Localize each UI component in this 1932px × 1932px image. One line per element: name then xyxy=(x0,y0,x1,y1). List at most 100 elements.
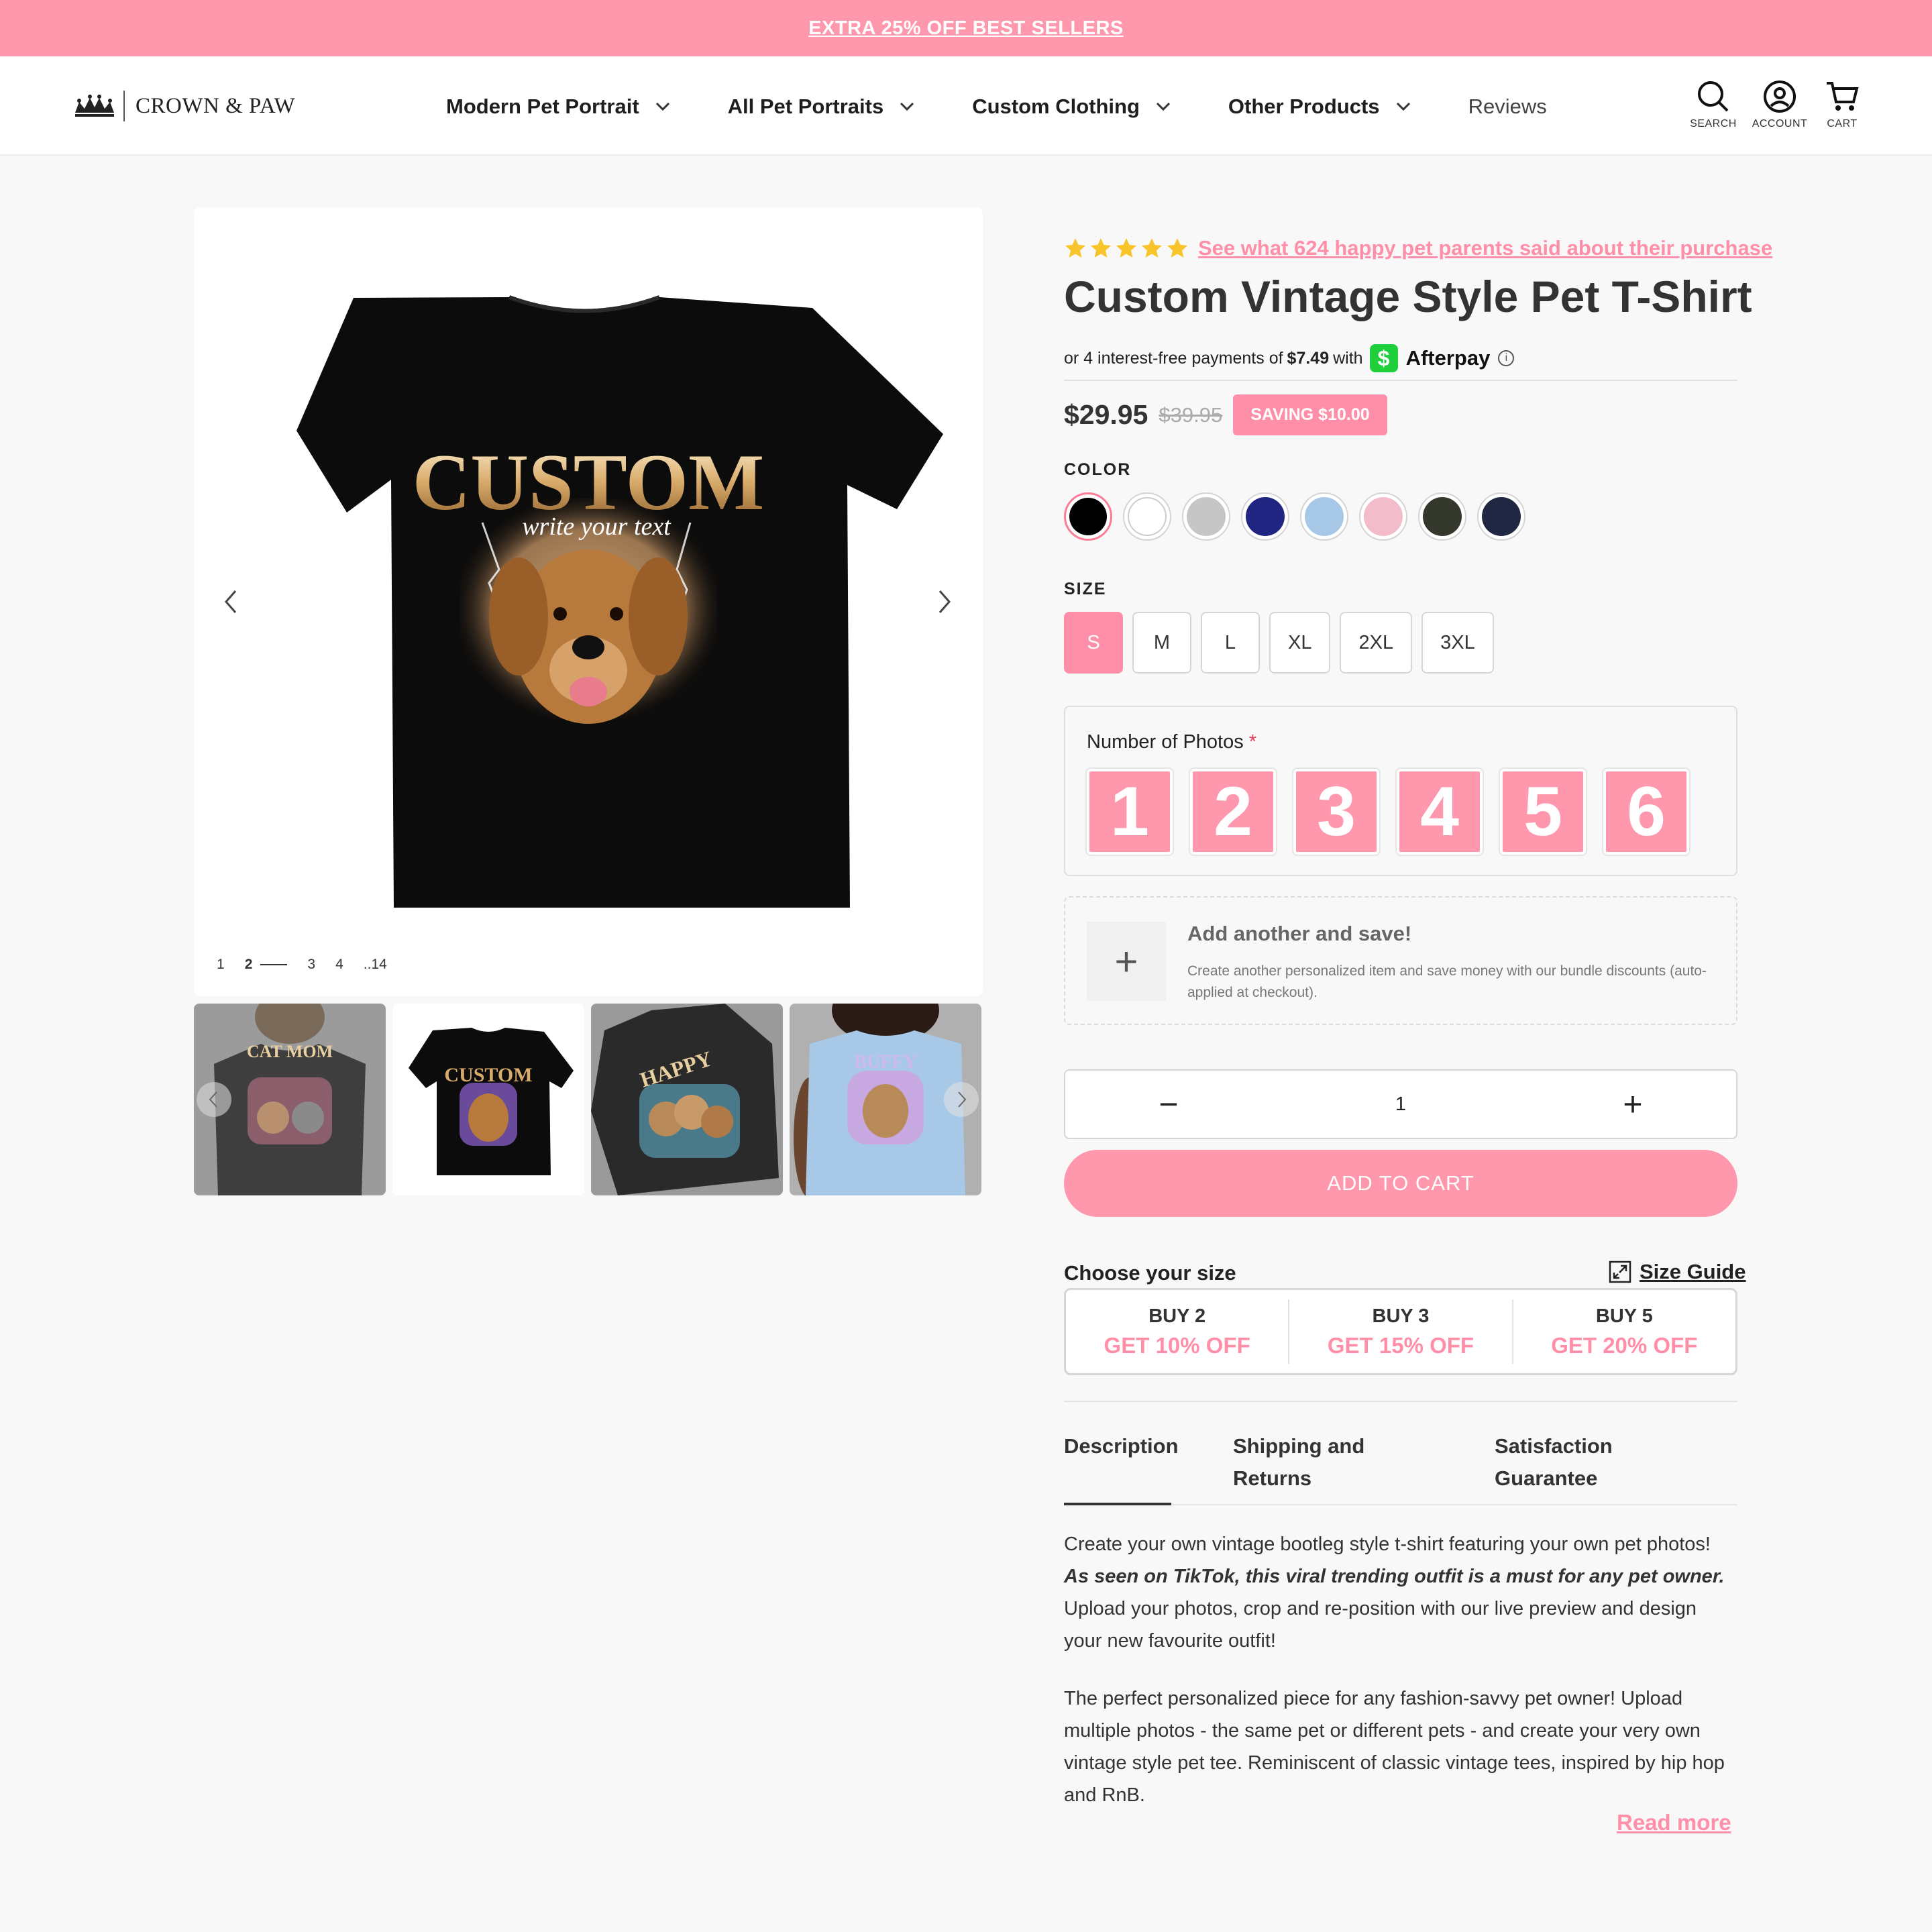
description-paragraph-2: The perfect personalized piece for any f… xyxy=(1064,1688,1725,1806)
pager-item[interactable]: 4 xyxy=(335,957,343,973)
chevron-left-icon[interactable] xyxy=(217,583,244,621)
nav-reviews[interactable]: Reviews xyxy=(1468,95,1547,119)
tshirt-image: CUSTOM write your text xyxy=(297,295,943,908)
required-mark: * xyxy=(1248,731,1257,753)
photo-count-6[interactable]: 6 xyxy=(1602,767,1690,856)
size-option-m[interactable]: M xyxy=(1132,612,1191,674)
swatch-pink[interactable] xyxy=(1359,492,1407,541)
bundle-buy-label: BUY 2 xyxy=(1148,1305,1206,1327)
pager-item[interactable]: ..14 xyxy=(364,957,387,973)
woman-wearing-black-tee-icon: CAT MOM xyxy=(194,1004,386,1195)
black-tee-dog-print-icon: CUSTOM xyxy=(392,1004,584,1195)
size-option-s[interactable]: S xyxy=(1064,612,1123,674)
print-script: write your text xyxy=(522,513,672,541)
swatch-light-blue[interactable] xyxy=(1300,492,1348,541)
price-row: $29.95 $39.95 SAVING $10.00 xyxy=(1064,394,1387,435)
choose-size-heading: Choose your size xyxy=(1064,1261,1236,1285)
account-button[interactable]: ACCOUNT xyxy=(1750,79,1810,130)
add-to-cart-button[interactable]: ADD TO CART xyxy=(1064,1150,1737,1217)
logo-divider xyxy=(123,91,125,121)
bundle-buy-label: BUY 3 xyxy=(1372,1305,1430,1327)
swatch-white[interactable] xyxy=(1123,492,1171,541)
quantity-input[interactable] xyxy=(1374,1093,1428,1116)
cart-button[interactable]: CART xyxy=(1812,79,1872,130)
chevron-down-icon xyxy=(655,102,669,111)
search-icon xyxy=(1698,81,1729,112)
size-option-l[interactable]: L xyxy=(1201,612,1260,674)
bundle-buy-5[interactable]: BUY 5 GET 20% OFF xyxy=(1513,1299,1735,1364)
bundle-discounts: BUY 2 GET 10% OFF BUY 3 GET 15% OFF BUY … xyxy=(1064,1288,1737,1375)
thumbnail-4[interactable]: BUFFY xyxy=(790,1004,981,1195)
sale-price: $29.95 xyxy=(1064,399,1148,430)
image-pager: 1 2 3 4 ..14 xyxy=(217,957,407,973)
swatch-dark-green[interactable] xyxy=(1418,492,1466,541)
expand-icon xyxy=(1609,1260,1631,1283)
nav-custom-clothing[interactable]: Custom Clothing xyxy=(972,95,1171,119)
reviews-link[interactable]: See what 624 happy pet parents said abou… xyxy=(1198,236,1772,260)
pager-item[interactable]: 1 xyxy=(217,957,225,973)
bundle-off-label: GET 20% OFF xyxy=(1551,1332,1698,1358)
announcement-link[interactable]: EXTRA 25% OFF BEST SELLERS xyxy=(808,17,1124,40)
nav-all-pet-portraits[interactable]: All Pet Portraits xyxy=(728,95,915,119)
tab-description[interactable]: Description xyxy=(1064,1430,1179,1462)
photo-count-2[interactable]: 2 xyxy=(1189,767,1277,856)
afterpay-amount: $7.49 xyxy=(1287,348,1330,368)
nav-modern-pet-portrait[interactable]: Modern Pet Portrait xyxy=(446,95,670,119)
bundle-off-label: GET 10% OFF xyxy=(1104,1332,1250,1358)
swatch-black[interactable] xyxy=(1064,492,1112,541)
photo-count-3[interactable]: 3 xyxy=(1292,767,1381,856)
description-content: Create your own vintage bootleg style t-… xyxy=(1064,1528,1737,1811)
thumb-headline: CAT MOM xyxy=(247,1042,333,1061)
size-option-xl[interactable]: XL xyxy=(1269,612,1331,674)
nav-label: Custom Clothing xyxy=(972,95,1140,118)
photo-count-4[interactable]: 4 xyxy=(1395,767,1484,856)
bundle-buy-label: BUY 5 xyxy=(1595,1305,1653,1327)
swatch-grey[interactable] xyxy=(1182,492,1230,541)
star-icon xyxy=(1116,238,1136,258)
bundle-buy-2[interactable]: BUY 2 GET 10% OFF xyxy=(1066,1299,1290,1364)
photo-count-1[interactable]: 1 xyxy=(1085,767,1174,856)
product-main-image[interactable]: CUSTOM write your text xyxy=(194,207,983,996)
pager-item[interactable]: 3 xyxy=(307,957,315,973)
add-another-box: + Add another and save! Create another p… xyxy=(1064,896,1737,1025)
main-nav: Modern Pet Portrait All Pet Portraits Cu… xyxy=(446,90,1605,123)
pager-item-active[interactable]: 2 xyxy=(245,957,288,973)
logo[interactable]: CROWN & PAW xyxy=(72,90,295,122)
star-icon xyxy=(1065,238,1085,258)
swatch-dark-navy[interactable] xyxy=(1477,492,1525,541)
swatch-navy[interactable] xyxy=(1241,492,1289,541)
account-icon xyxy=(1764,80,1796,113)
size-option-3xl[interactable]: 3XL xyxy=(1421,612,1494,674)
photo-count-5[interactable]: 5 xyxy=(1499,767,1587,856)
tab-shipping-returns[interactable]: Shipping and Returns xyxy=(1233,1430,1381,1495)
thumbnail-1[interactable]: CAT MOM xyxy=(194,1004,386,1195)
size-option-2xl[interactable]: 2XL xyxy=(1340,612,1413,674)
bundle-buy-3[interactable]: BUY 3 GET 15% OFF xyxy=(1289,1299,1513,1364)
cart-icon xyxy=(1827,82,1859,111)
tab-satisfaction-guarantee[interactable]: Satisfaction Guarantee xyxy=(1495,1430,1642,1495)
quantity-stepper: − + xyxy=(1064,1069,1737,1139)
star-icon xyxy=(1167,238,1187,258)
read-more-link[interactable]: Read more xyxy=(1617,1810,1731,1835)
photos-label: Number of Photos * xyxy=(1087,731,1257,753)
quantity-minus-button[interactable]: − xyxy=(1155,1085,1182,1124)
thumb-headline: CUSTOM xyxy=(444,1064,532,1086)
chevron-right-icon[interactable] xyxy=(932,583,959,621)
search-button[interactable]: SEARCH xyxy=(1683,79,1743,130)
nav-other-products[interactable]: Other Products xyxy=(1228,95,1411,119)
nav-label: Other Products xyxy=(1228,95,1380,118)
afterpay-dollar-icon: $ xyxy=(1369,344,1398,372)
thumbnail-2[interactable]: CUSTOM xyxy=(392,1004,584,1195)
thumbnail-3[interactable]: HAPPY xyxy=(591,1004,783,1195)
color-label: COLOR xyxy=(1064,460,1132,479)
add-another-title: Add another and save! xyxy=(1187,922,1412,945)
size-guide-link[interactable]: Size Guide xyxy=(1609,1260,1746,1284)
quantity-plus-button[interactable]: + xyxy=(1619,1085,1646,1124)
size-guide-label: Size Guide xyxy=(1640,1260,1746,1283)
info-icon[interactable]: i xyxy=(1498,350,1515,366)
afterpay-with: with xyxy=(1333,348,1363,368)
chevron-down-icon xyxy=(900,102,914,111)
compare-price: $39.95 xyxy=(1159,402,1223,427)
star-icon xyxy=(1091,238,1111,258)
add-another-button[interactable]: + xyxy=(1087,922,1166,1001)
